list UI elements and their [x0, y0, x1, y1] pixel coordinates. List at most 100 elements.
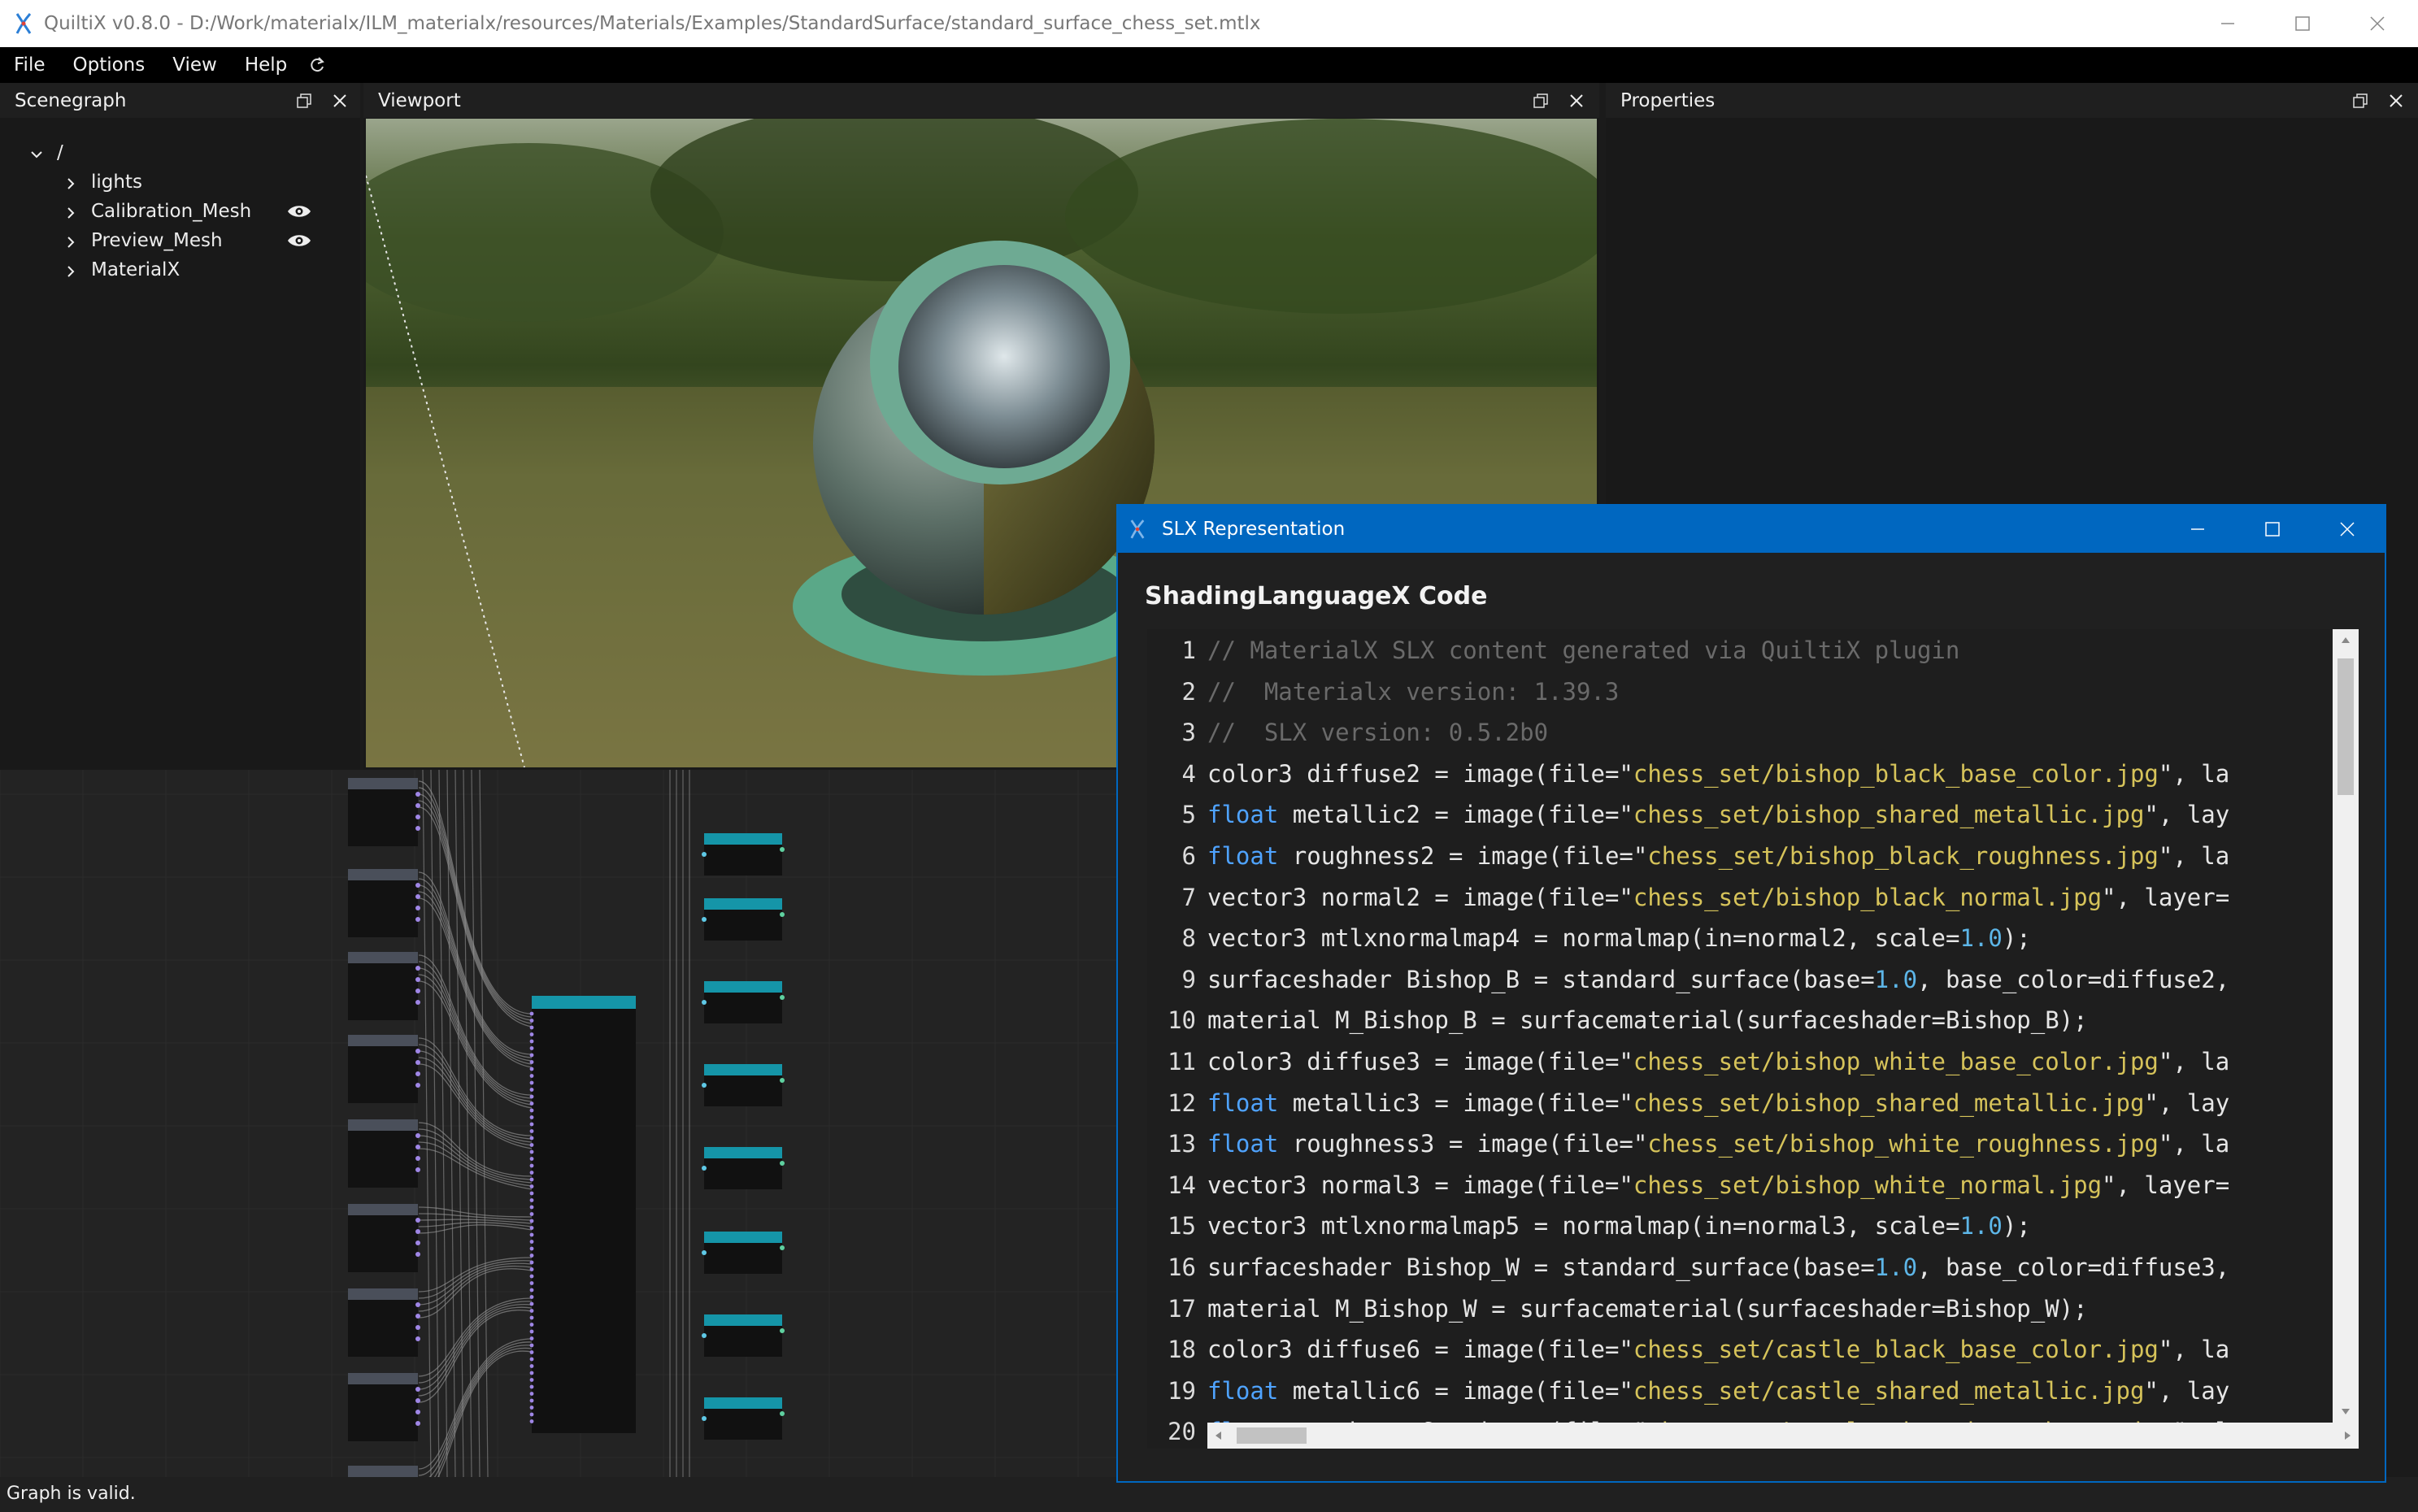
- graph-port: [529, 1191, 534, 1196]
- graph-port: [415, 1302, 420, 1307]
- graph-port: [415, 988, 420, 993]
- graph-node-header: [704, 1064, 782, 1075]
- graph-port: [780, 847, 785, 852]
- line-number: 17: [1168, 1294, 1196, 1323]
- graph-port: [529, 1412, 534, 1417]
- minimize-button[interactable]: [2160, 506, 2235, 553]
- graph-port: [415, 826, 420, 831]
- maximize-button[interactable]: [2265, 0, 2340, 47]
- vertical-scroll-thumb[interactable]: [2338, 658, 2354, 795]
- code-text: // Materialx version: 1.39.3: [1207, 677, 1620, 706]
- code-editor[interactable]: 1 // MaterialX SLX content generated via …: [1147, 629, 2359, 1449]
- graph-port: [529, 1184, 534, 1188]
- code-line: 7 vector3 normal2 = image(file="chess_set…: [1147, 878, 2230, 917]
- code-line: 3 // SLX version: 0.5.2b0: [1147, 713, 1549, 752]
- graph-port: [702, 1333, 707, 1338]
- graph-node-header: [704, 1147, 782, 1158]
- tree-item-calibration-mesh[interactable]: Calibration_Mesh: [63, 197, 356, 226]
- code-line: 1 // MaterialX SLX content generated via …: [1147, 631, 1960, 670]
- graph-port: [529, 1060, 534, 1064]
- graph-port: [415, 1218, 420, 1223]
- graph-port: [415, 894, 420, 899]
- undock-icon[interactable]: [2346, 83, 2375, 118]
- code-text: color3 diffuse2 = image(file="chess_set/…: [1207, 759, 2230, 788]
- graph-port: [529, 1301, 534, 1306]
- graph-port: [529, 1253, 534, 1258]
- horizontal-scrollbar[interactable]: [1207, 1423, 2359, 1449]
- minimize-button[interactable]: [2190, 0, 2265, 47]
- tree-item-preview-mesh[interactable]: Preview_Mesh: [63, 226, 223, 255]
- tree-item-lights[interactable]: lights: [63, 167, 142, 197]
- maximize-button[interactable]: [2235, 506, 2310, 553]
- visibility-eye-icon[interactable]: [286, 203, 312, 219]
- graph-port: [415, 803, 420, 808]
- graph-port: [529, 1260, 534, 1265]
- tree-item-label: Preview_Mesh: [91, 230, 223, 251]
- code-text: surfaceshader Bishop_B = standard_surfac…: [1207, 965, 2230, 993]
- graph-node-header: [704, 833, 782, 845]
- graph-port: [529, 1240, 534, 1244]
- chevron-down-icon[interactable]: [29, 146, 44, 160]
- graph-port: [529, 1088, 534, 1092]
- vertical-scrollbar[interactable]: [2333, 629, 2359, 1423]
- graph-port: [780, 1078, 785, 1083]
- chevron-right-icon[interactable]: [63, 204, 78, 219]
- refresh-icon[interactable]: [301, 47, 333, 83]
- tree-root[interactable]: /: [29, 138, 63, 167]
- graph-port: [415, 1060, 420, 1065]
- graph-port: [529, 1309, 534, 1313]
- graph-port: [529, 1011, 534, 1016]
- node-wire: [418, 1301, 533, 1384]
- node-graph[interactable]: [0, 770, 1119, 1477]
- line-number: 11: [1168, 1048, 1196, 1075]
- line-number: 19: [1168, 1376, 1196, 1405]
- tree-item-label: MaterialX: [91, 259, 180, 280]
- slx-title: SLX Representation: [1162, 519, 1346, 540]
- graph-port: [529, 1357, 534, 1362]
- tree-item-materialx[interactable]: MaterialX: [63, 255, 180, 285]
- graph-node-header: [348, 1035, 418, 1046]
- undock-icon[interactable]: [1526, 83, 1555, 118]
- code-text: float metallic6 = image(file="chess_set/…: [1207, 1376, 2230, 1405]
- node-wire: [418, 891, 533, 1065]
- graph-port: [529, 1315, 534, 1320]
- graph-port: [780, 995, 785, 1000]
- chevron-right-icon[interactable]: [63, 175, 78, 189]
- menu-options[interactable]: Options: [59, 47, 159, 83]
- graph-port: [529, 1136, 534, 1141]
- chevron-right-icon[interactable]: [63, 233, 78, 248]
- graph-node-header: [704, 1314, 782, 1326]
- menu-help[interactable]: Help: [231, 47, 301, 83]
- graph-node: [704, 1158, 782, 1189]
- menu-view[interactable]: View: [159, 47, 231, 83]
- close-panel-icon[interactable]: [2381, 83, 2411, 118]
- chevron-right-icon[interactable]: [63, 263, 78, 277]
- graph-port: [702, 1416, 707, 1421]
- menu-file[interactable]: File: [0, 47, 59, 83]
- graph-port: [415, 1133, 420, 1138]
- viewport-title: Viewport: [378, 89, 461, 111]
- visibility-eye-icon[interactable]: [286, 232, 312, 249]
- graph-node-header: [348, 1288, 418, 1300]
- undock-icon[interactable]: [289, 83, 319, 118]
- close-button[interactable]: [2310, 506, 2385, 553]
- status-text: Graph is valid.: [7, 1484, 136, 1504]
- graph-port: [780, 1328, 785, 1333]
- title-bar: QuiltiX v0.8.0 - D:/Work/materialx/ILM_m…: [0, 0, 2418, 47]
- graph-port: [529, 1343, 534, 1348]
- menu-bar: File Options View Help: [0, 47, 2418, 83]
- graph-port: [415, 1336, 420, 1341]
- code-line: 9 surfaceshader Bishop_B = standard_surfa…: [1147, 960, 2230, 999]
- graph-port: [529, 1046, 534, 1050]
- close-panel-icon[interactable]: [1562, 83, 1591, 118]
- close-panel-icon[interactable]: [325, 83, 354, 118]
- code-text: vector3 normal3 = image(file="chess_set/…: [1207, 1171, 2230, 1199]
- horizontal-scroll-thumb[interactable]: [1237, 1427, 1307, 1444]
- graph-port: [529, 1281, 534, 1285]
- graph-port: [415, 1240, 420, 1245]
- line-number: 7: [1181, 883, 1196, 911]
- properties-title: Properties: [1620, 89, 1716, 111]
- graph-port: [529, 1177, 534, 1182]
- close-button[interactable]: [2340, 0, 2415, 47]
- graph-port: [529, 1115, 534, 1119]
